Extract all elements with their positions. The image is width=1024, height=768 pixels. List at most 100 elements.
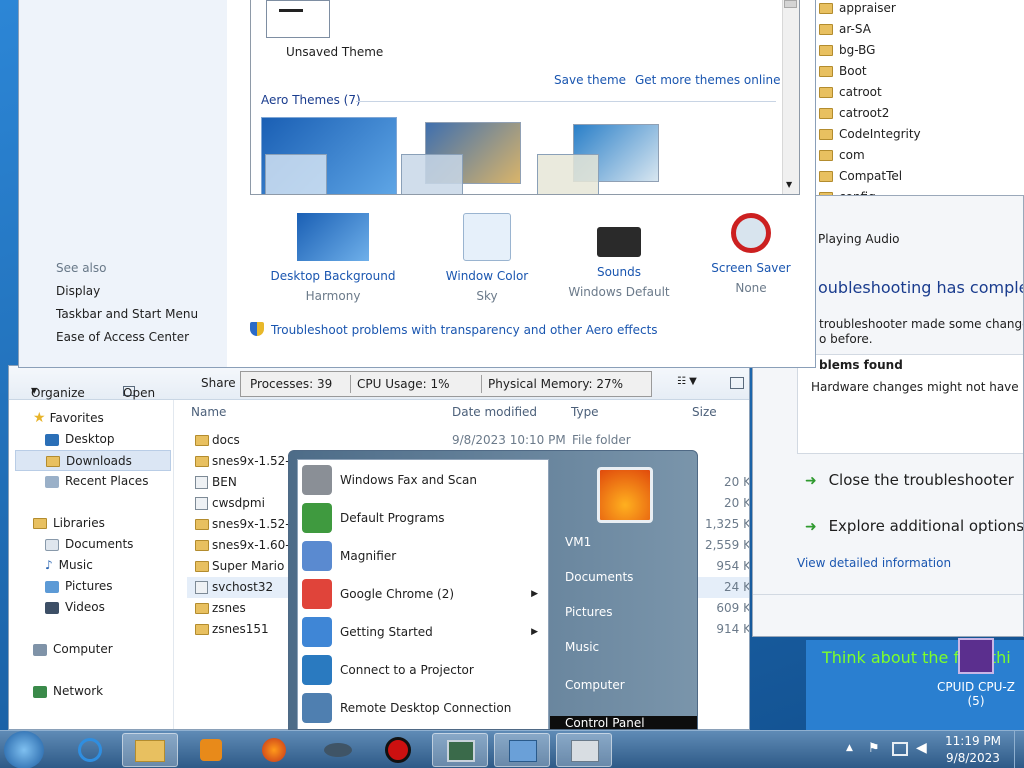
nav-documents[interactable]: Documents bbox=[45, 534, 205, 555]
start-right-item[interactable]: Computer bbox=[565, 678, 625, 692]
nav-label: Videos bbox=[65, 600, 105, 614]
view-options-icon[interactable]: ☷ ▼ bbox=[677, 376, 697, 387]
nav-desktop[interactable]: Desktop bbox=[45, 429, 205, 450]
save-theme-link[interactable]: Save theme bbox=[554, 73, 626, 87]
file-name: zsnes151 bbox=[212, 622, 269, 636]
folder-list-item[interactable]: catroot2 bbox=[807, 103, 1024, 124]
start-program-item[interactable]: Google Chrome (2) ▶ bbox=[298, 575, 548, 613]
show-hidden-icons-icon[interactable]: ▲ bbox=[846, 743, 853, 753]
get-more-themes-link[interactable]: Get more themes online bbox=[635, 73, 781, 87]
file-size: 609 K bbox=[716, 601, 750, 615]
folder-list-item[interactable]: bg-BG bbox=[807, 40, 1024, 61]
folder-list-item[interactable]: appraiser bbox=[807, 0, 1024, 19]
close-troubleshooter-option[interactable]: ➜ Close the troubleshooter bbox=[805, 471, 1014, 493]
taskbar-control-panel-icon[interactable] bbox=[494, 733, 550, 767]
col-name[interactable]: Name bbox=[191, 405, 226, 419]
taskbar-media-player-icon[interactable] bbox=[182, 733, 238, 767]
nav-computer[interactable]: Computer bbox=[33, 639, 193, 660]
clock[interactable]: 11:19 PM 9/8/2023 bbox=[938, 734, 1008, 765]
folder-icon bbox=[819, 66, 833, 77]
status-divider bbox=[350, 375, 351, 393]
nav-favorites[interactable]: ★ Favorites bbox=[33, 408, 193, 429]
start-right-label: Computer bbox=[565, 678, 625, 692]
nav-downloads[interactable]: Downloads bbox=[15, 450, 171, 471]
start-right-label: VM1 bbox=[565, 535, 592, 549]
folder-list-item[interactable]: CompatTel bbox=[807, 166, 1024, 187]
scroll-down-arrow-icon[interactable]: ▼ bbox=[786, 180, 792, 189]
start-program-item[interactable]: Magnifier bbox=[298, 537, 548, 575]
folder-icon bbox=[195, 603, 209, 614]
scroll-thumb[interactable] bbox=[784, 0, 797, 8]
taskbar-firefox-icon[interactable] bbox=[246, 733, 302, 767]
unsaved-theme-thumbnail[interactable] bbox=[266, 0, 330, 38]
nav-pictures[interactable]: Pictures bbox=[45, 576, 205, 597]
folder-list-item[interactable]: Boot bbox=[807, 61, 1024, 82]
nav-videos[interactable]: Videos bbox=[45, 597, 205, 618]
personalize-item-desktop-background[interactable]: Desktop Background Harmony bbox=[263, 213, 403, 303]
personalize-item-screen-saver[interactable]: Screen Saver None bbox=[681, 213, 815, 295]
navigation-pane: ★ Favorites Desktop Downloads Recent Plac… bbox=[9, 400, 174, 729]
characters-theme-overlay bbox=[537, 154, 599, 194]
see-also-taskbar-link[interactable]: Taskbar and Start Menu bbox=[56, 307, 198, 321]
file-name: BEN bbox=[212, 475, 237, 489]
start-right-item[interactable]: Documents bbox=[565, 570, 633, 584]
start-program-item[interactable]: Default Programs bbox=[298, 499, 548, 537]
user-picture-icon[interactable] bbox=[597, 467, 653, 523]
aero-header-rule bbox=[356, 101, 776, 102]
folder-icon bbox=[819, 171, 833, 182]
nav-recent-places[interactable]: Recent Places bbox=[45, 471, 205, 492]
item-value: None bbox=[735, 281, 767, 295]
preview-pane-icon[interactable] bbox=[730, 377, 744, 389]
start-button[interactable] bbox=[4, 731, 44, 768]
recent-places-icon bbox=[45, 475, 59, 488]
troubleshoot-transparency-link[interactable]: Troubleshoot problems with transparency … bbox=[271, 323, 658, 337]
personalize-item-sounds[interactable]: Sounds Windows Default bbox=[549, 213, 689, 299]
col-date[interactable]: Date modified bbox=[452, 405, 537, 419]
nav-music[interactable]: ♪ Music bbox=[45, 555, 205, 576]
show-desktop-button[interactable] bbox=[1014, 731, 1024, 768]
explore-options[interactable]: ➜ Explore additional options bbox=[805, 517, 1023, 539]
libraries-icon bbox=[33, 518, 47, 529]
program-label: Getting Started bbox=[340, 625, 433, 639]
taskbar-ufo-icon[interactable] bbox=[310, 733, 366, 767]
start-right-label: Pictures bbox=[565, 605, 613, 619]
taskbar-troubleshooter-icon[interactable] bbox=[556, 733, 612, 767]
start-right-item[interactable]: Pictures bbox=[565, 605, 613, 619]
program-icon bbox=[302, 503, 332, 533]
taskbar-task-manager-icon[interactable] bbox=[432, 733, 488, 767]
start-right-item[interactable]: Music bbox=[565, 640, 599, 654]
personalize-item-window-color[interactable]: Window Color Sky bbox=[417, 213, 557, 303]
folder-list-item[interactable]: CodeIntegrity bbox=[807, 124, 1024, 145]
folder-list-item[interactable]: ar-SA bbox=[807, 19, 1024, 40]
processes-count: Processes: 39 bbox=[250, 377, 333, 391]
taskbar-ie-icon[interactable] bbox=[62, 733, 118, 767]
pictures-icon bbox=[45, 580, 59, 593]
col-size[interactable]: Size bbox=[692, 405, 717, 419]
start-right-item[interactable]: Control Panel bbox=[550, 716, 697, 729]
see-also-ease-of-access-link[interactable]: Ease of Access Center bbox=[56, 330, 189, 344]
start-program-item[interactable]: Getting Started ▶ bbox=[298, 613, 548, 651]
folder-list-item[interactable]: com bbox=[807, 145, 1024, 166]
themes-scrollbar[interactable] bbox=[782, 0, 799, 194]
nav-libraries[interactable]: Libraries bbox=[33, 513, 193, 534]
status-divider bbox=[481, 375, 482, 393]
volume-tray-icon[interactable]: ◀ bbox=[916, 740, 927, 756]
taskbar-recorder-icon[interactable] bbox=[370, 733, 426, 767]
start-program-item[interactable]: Connect to a Projector bbox=[298, 651, 548, 689]
nav-network[interactable]: Network bbox=[33, 681, 193, 702]
view-detailed-info-link[interactable]: View detailed information bbox=[797, 556, 951, 570]
file-row[interactable]: docs 9/8/2023 10:10 PM File folder bbox=[187, 430, 749, 451]
item-value: Windows Default bbox=[568, 285, 670, 299]
start-right-item[interactable]: VM1 bbox=[565, 535, 591, 549]
folder-list-item[interactable]: catroot bbox=[807, 82, 1024, 103]
taskbar-explorer-icon[interactable] bbox=[122, 733, 178, 767]
action-center-flag-icon[interactable]: ⚑ bbox=[868, 741, 880, 756]
cpuz-desktop-icon[interactable]: CPUID CPU-Z (5) bbox=[934, 636, 1018, 716]
nav-label: Libraries bbox=[53, 516, 105, 530]
start-program-item[interactable]: Windows Fax and Scan bbox=[298, 461, 548, 499]
start-program-item[interactable]: Remote Desktop Connection bbox=[298, 689, 548, 727]
network-tray-icon[interactable] bbox=[892, 742, 908, 756]
see-also-display-link[interactable]: Display bbox=[56, 284, 100, 298]
start-right-label: Music bbox=[565, 640, 600, 654]
col-type[interactable]: Type bbox=[571, 405, 599, 419]
